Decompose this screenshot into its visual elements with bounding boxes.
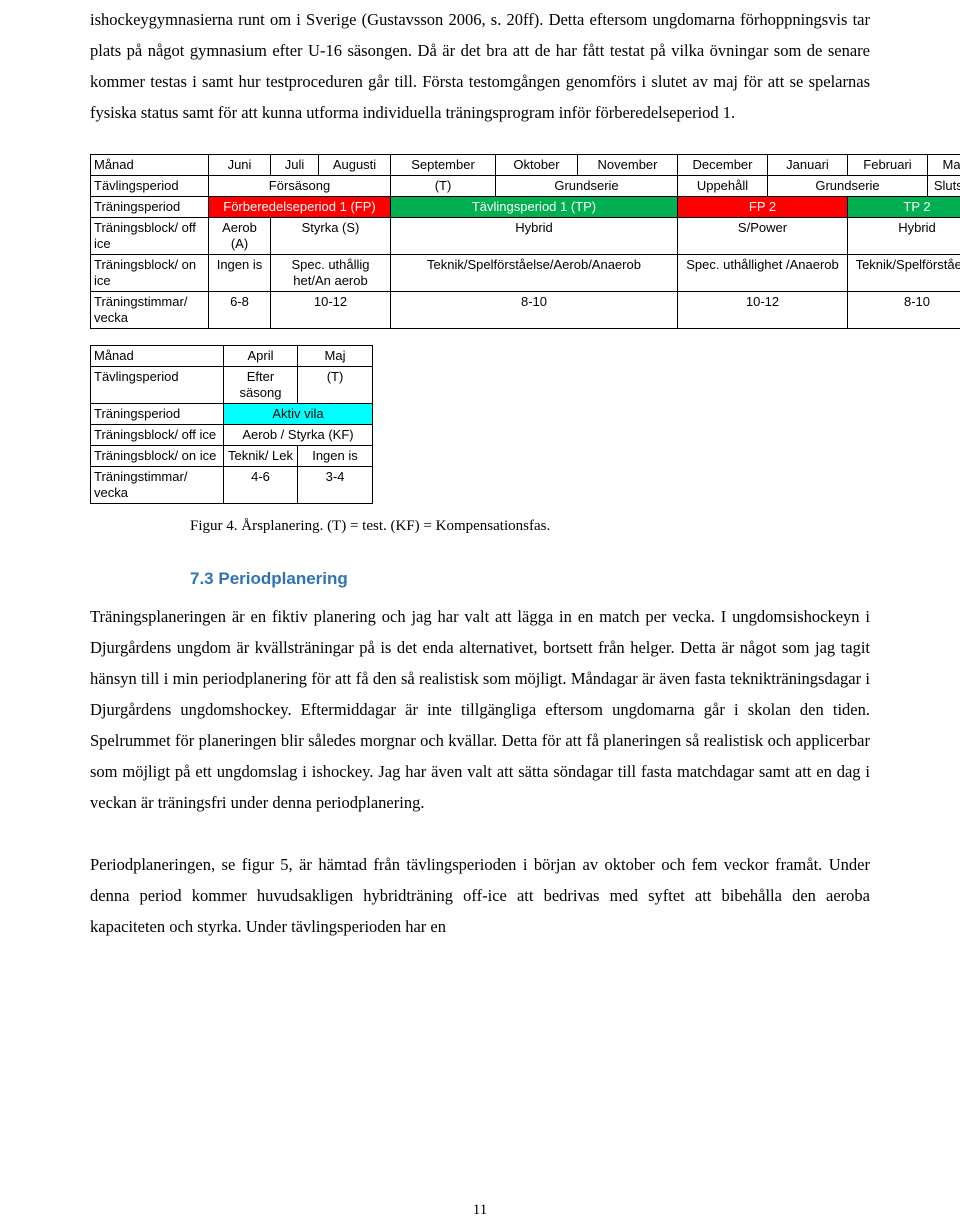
row-label: Träningsperiod xyxy=(90,196,209,218)
table-cell-highlight-red: Förberedelseperiod 1 (FP) xyxy=(208,196,391,218)
table-cell: 10-12 xyxy=(270,291,391,329)
table-cell: Ingen is xyxy=(297,445,373,467)
intro-paragraph-block: ishockeygymnasierna runt om i Sverige (G… xyxy=(90,0,870,128)
body-paragraphs: Träningsplaneringen är en fiktiv planeri… xyxy=(90,601,870,942)
table-row: Träningstimmar/ vecka 4-6 3-4 xyxy=(90,466,373,504)
table-row: Träningsperiod Förberedelseperiod 1 (FP)… xyxy=(90,196,960,218)
row-label: Tävlingsperiod xyxy=(90,175,209,197)
table-cell: 4-6 xyxy=(223,466,298,504)
table-row: Träningsblock/ off ice Aerob / Styrka (K… xyxy=(90,424,373,446)
table-cell: Styrka (S) xyxy=(270,217,391,255)
table-cell: Spec. uthållig het/An aerob xyxy=(270,254,391,292)
table-cell: Hybrid xyxy=(847,217,960,255)
table-row: Månad Juni Juli Augusti September Oktobe… xyxy=(90,154,960,176)
table-cell: Oktober xyxy=(495,154,578,176)
page-section-heading: 7.3 Periodplanering xyxy=(190,569,348,588)
intro-paragraph: ishockeygymnasierna runt om i Sverige (G… xyxy=(90,10,870,122)
table-cell: Februari xyxy=(847,154,928,176)
row-label: Träningsblock/ on ice xyxy=(90,445,224,467)
table-cell: Januari xyxy=(767,154,848,176)
table-cell: 3-4 xyxy=(297,466,373,504)
row-label: Träningstimmar/ vecka xyxy=(90,466,224,504)
document-page: ishockeygymnasierna runt om i Sverige (G… xyxy=(0,0,960,1229)
table-cell: Teknik/Spelförståelse/Aerob/Anaerob xyxy=(390,254,678,292)
table-cell: (T) xyxy=(297,366,373,404)
table-row: Träningsblock/ on ice Ingen is Spec. uth… xyxy=(90,254,960,292)
table-row: Månad April Maj xyxy=(90,345,373,367)
table-cell: Uppehåll xyxy=(677,175,768,197)
table-cell-highlight-green: Tävlingsperiod 1 (TP) xyxy=(390,196,678,218)
table-cell: Augusti xyxy=(318,154,391,176)
row-label: Träningsblock/ off ice xyxy=(90,424,224,446)
page-number: 11 xyxy=(472,1202,488,1218)
table-cell: December xyxy=(677,154,768,176)
row-label: Träningsblock/ off ice xyxy=(90,217,209,255)
table-cell: Mars xyxy=(927,154,960,176)
table-cell: 6-8 xyxy=(208,291,271,329)
table-cell: April xyxy=(223,345,298,367)
table-cell: Teknik/Spelförståelse xyxy=(847,254,960,292)
table-cell: Grundserie xyxy=(495,175,678,197)
row-label: Månad xyxy=(90,345,224,367)
table-cell: Slutspel xyxy=(927,175,960,197)
table-row: Träningsblock/ off ice Aerob (A) Styrka … xyxy=(90,217,960,255)
row-label: Månad xyxy=(90,154,209,176)
table-cell: November xyxy=(577,154,678,176)
table-row: Träningsblock/ on ice Teknik/ Lek Ingen … xyxy=(90,445,373,467)
table-cell: Teknik/ Lek xyxy=(223,445,298,467)
table-cell-highlight-green: TP 2 xyxy=(847,196,960,218)
table-cell: Grundserie xyxy=(767,175,928,197)
table-cell: 8-10 xyxy=(847,291,960,329)
table-cell: Försäsong xyxy=(208,175,391,197)
table-row: Tävlingsperiod Efter säsong (T) xyxy=(90,366,373,404)
table-cell: Hybrid xyxy=(390,217,678,255)
row-label: Träningsblock/ on ice xyxy=(90,254,209,292)
table-cell: Ingen is xyxy=(208,254,271,292)
table-cell-highlight-red: FP 2 xyxy=(677,196,848,218)
offseason-plan-table: Månad April Maj Tävlingsperiod Efter säs… xyxy=(90,345,373,504)
table-cell: September xyxy=(390,154,496,176)
row-label: Tävlingsperiod xyxy=(90,366,224,404)
paragraph-1: Träningsplaneringen är en fiktiv planeri… xyxy=(90,607,870,812)
table-cell: Aerob (A) xyxy=(208,217,271,255)
table-row: Tävlingsperiod Försäsong (T) Grundserie … xyxy=(90,175,960,197)
table-cell: Aerob / Styrka (KF) xyxy=(223,424,373,446)
paragraph-2: Periodplaneringen, se figur 5, är hämtad… xyxy=(90,855,870,936)
figure-caption: Figur 4. Årsplanering. (T) = test. (KF) … xyxy=(190,518,551,534)
table-cell: (T) xyxy=(390,175,496,197)
year-plan-table: Månad Juni Juli Augusti September Oktobe… xyxy=(90,154,960,329)
row-label: Träningstimmar/ vecka xyxy=(90,291,209,329)
table-cell: S/Power xyxy=(677,217,848,255)
table-row: Träningsperiod Aktiv vila xyxy=(90,403,373,425)
table-row: Träningstimmar/ vecka 6-8 10-12 8-10 10-… xyxy=(90,291,960,329)
table-cell: 8-10 xyxy=(390,291,678,329)
table-cell: Efter säsong xyxy=(223,366,298,404)
table-cell: Juni xyxy=(208,154,271,176)
table-cell: Maj xyxy=(297,345,373,367)
table-cell: Juli xyxy=(270,154,319,176)
row-label: Träningsperiod xyxy=(90,403,224,425)
table-cell: 10-12 xyxy=(677,291,848,329)
table-cell: Spec. uthållighet /Anaerob xyxy=(677,254,848,292)
table-cell-highlight-cyan: Aktiv vila xyxy=(223,403,373,425)
